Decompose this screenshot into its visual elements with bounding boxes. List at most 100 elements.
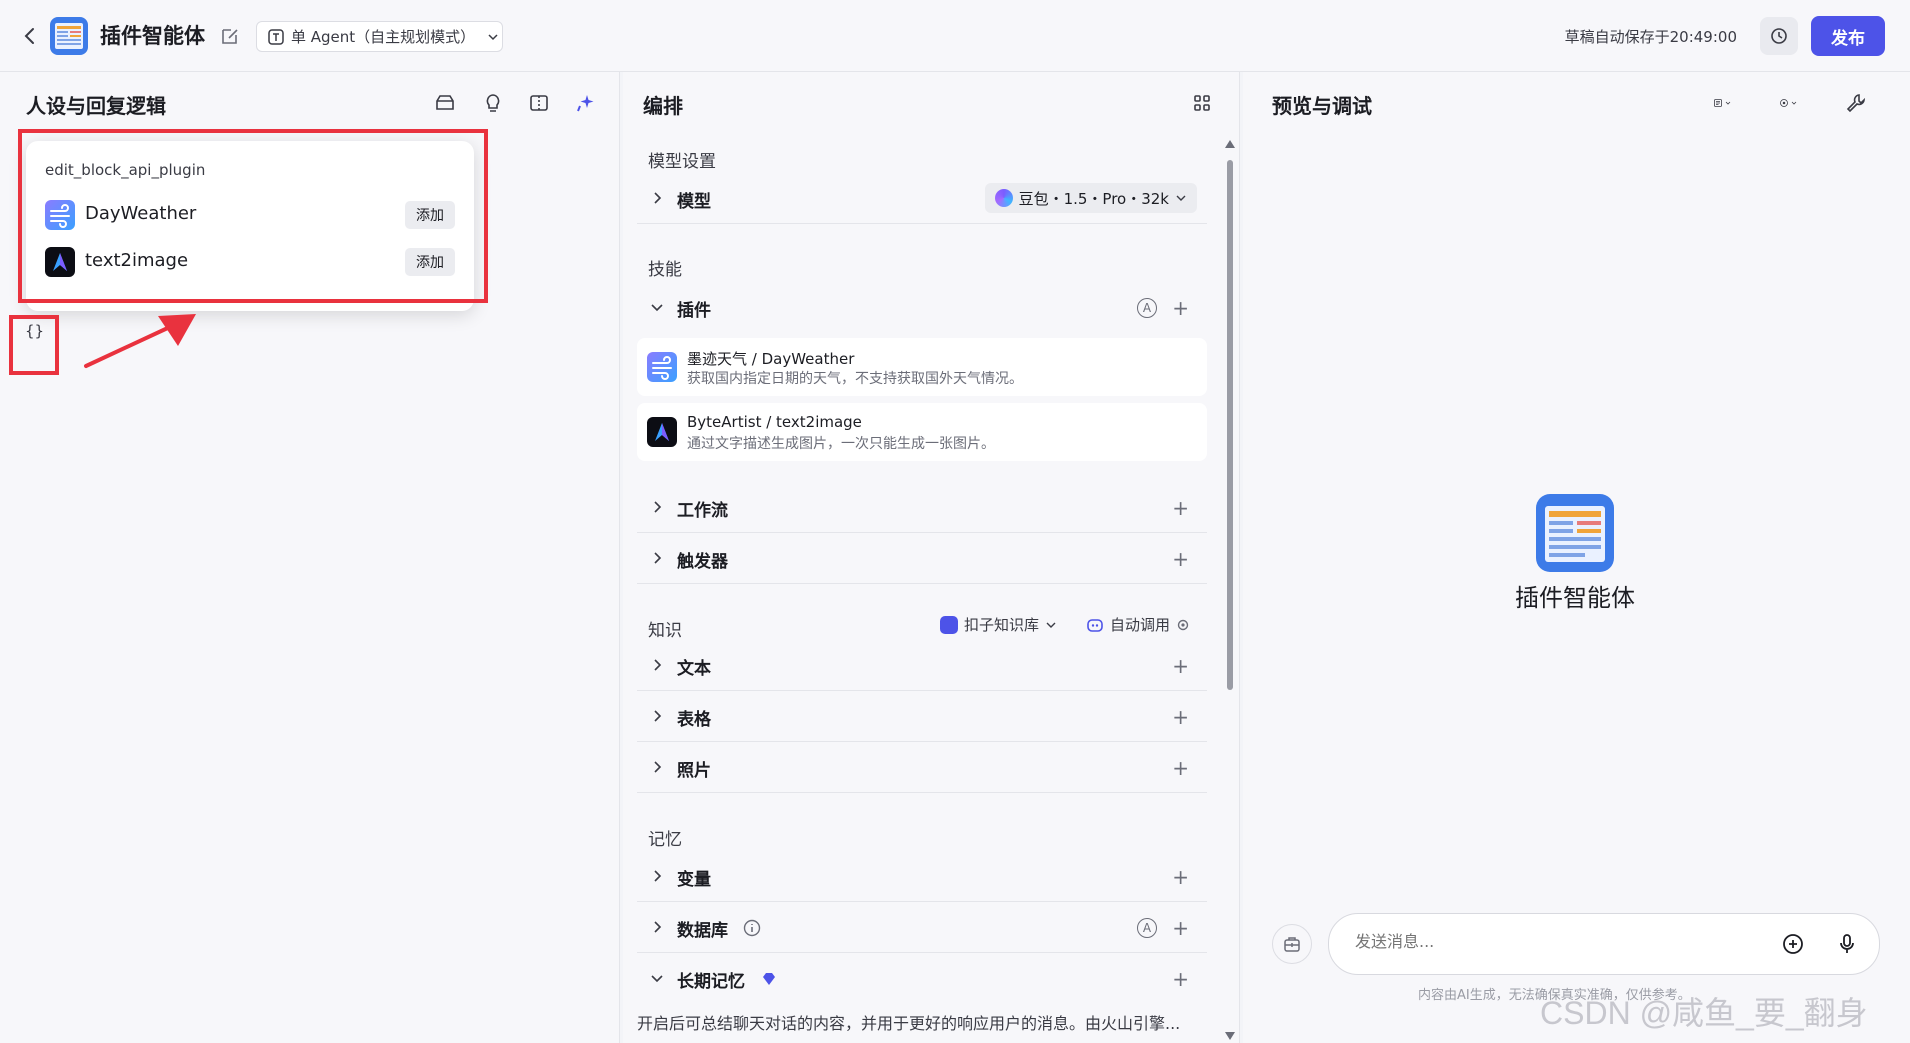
knowledge-base-select[interactable]: 扣子知识库: [940, 614, 1057, 635]
mode-label: 单 Agent（自主规划模式）: [291, 28, 476, 46]
mode-icon: [268, 28, 284, 45]
plugin-card-text2image[interactable]: ByteArtist / text2image 通过文字描述生成图片，一次只能生…: [637, 403, 1207, 461]
add-text-button[interactable]: +: [1172, 656, 1189, 676]
workflow-row[interactable]: 工作流 +: [637, 483, 1207, 533]
orchestration-scrollbar[interactable]: [1224, 140, 1236, 1040]
clear-context-button[interactable]: [1272, 924, 1312, 964]
agent-avatar-icon: [50, 17, 88, 55]
lightbulb-icon[interactable]: [482, 92, 504, 114]
auto-call-label: 自动调用: [1110, 616, 1171, 634]
plugins-row[interactable]: 插件 A +: [637, 283, 1207, 333]
trigger-row[interactable]: 触发器 +: [637, 534, 1207, 584]
chevron-right-icon: [654, 659, 662, 671]
plugin-desc: 获取国内指定日期的天气，不支持获取国外天气情况。: [687, 371, 1023, 387]
table-knowledge-row[interactable]: 表格 +: [637, 692, 1207, 742]
skills-label: 技能: [648, 260, 682, 280]
longterm-memory-note: 开启后可总结聊天对话的内容，并用于更好的响应用户的消息。由火山引擎...: [637, 1014, 1181, 1033]
database-row-label: 数据库: [677, 921, 728, 941]
table-row-label: 表格: [677, 710, 711, 730]
plugin-title: 墨迹天气 / DayWeather: [687, 350, 855, 368]
variable-row-label: 变量: [677, 870, 711, 890]
model-row-label: 模型: [677, 192, 711, 212]
knowledge-base-icon: [940, 615, 958, 634]
diamond-premium-icon: [763, 973, 775, 985]
persona-debug-dropdown[interactable]: [1779, 92, 1823, 114]
agent-title: 插件智能体: [100, 24, 205, 48]
auto-call-toggle[interactable]: 自动调用: [1086, 614, 1190, 635]
settings-gear-icon[interactable]: [1176, 618, 1190, 632]
add-plugin-button[interactable]: +: [1172, 298, 1189, 318]
add-table-button[interactable]: +: [1172, 707, 1189, 727]
memory-label: 记忆: [648, 830, 682, 850]
chevron-right-icon: [654, 761, 662, 773]
plugin-title: ByteArtist / text2image: [687, 413, 862, 431]
chevron-down-icon: [651, 975, 663, 983]
robot-icon: [1087, 618, 1103, 632]
chevron-right-icon: [654, 710, 662, 722]
chevron-right-icon: [654, 921, 662, 933]
auto-call-badge[interactable]: A: [1137, 918, 1157, 938]
split-view-icon[interactable]: [528, 92, 550, 114]
database-row[interactable]: 数据库 A +: [637, 903, 1207, 953]
model-settings-label: 模型设置: [648, 152, 716, 172]
agent-name: 插件智能体: [1515, 584, 1635, 612]
text-knowledge-row[interactable]: 文本 +: [637, 641, 1207, 691]
persona-title: 人设与回复逻辑: [26, 94, 166, 118]
chevron-right-icon: [654, 192, 662, 204]
highlight-box-popup: [18, 129, 488, 303]
workflow-row-label: 工作流: [677, 501, 728, 521]
chevron-right-icon: [654, 501, 662, 513]
microphone-icon[interactable]: [1835, 932, 1859, 956]
longterm-row-label: 长期记忆: [677, 972, 745, 992]
scroll-down-arrow-icon[interactable]: [1225, 1032, 1235, 1040]
preview-title: 预览与调试: [1272, 94, 1372, 118]
inserted-block-brace[interactable]: {}: [25, 322, 44, 340]
chevron-down-icon: [488, 33, 498, 40]
orchestration-scroll-area: 模型设置 模型 豆包・1.5・Pro・32k 技能 插件 A + 墨迹天气 / …: [623, 72, 1223, 1043]
top-bar: 插件智能体 单 Agent（自主规划模式） 草稿自动保存于20:49:00 发布: [0, 0, 1910, 72]
chevron-down-icon: [651, 304, 663, 312]
history-button[interactable]: [1760, 17, 1798, 55]
back-arrow-icon[interactable]: [20, 26, 40, 46]
plugin-card-dayweather[interactable]: 墨迹天气 / DayWeather 获取国内指定日期的天气，不支持获取国外天气情…: [637, 338, 1207, 396]
doubao-logo-icon: [994, 189, 1013, 207]
watermark: CSDN @咸鱼_要_翻身: [1540, 995, 1868, 1031]
add-database-button[interactable]: +: [1172, 918, 1189, 938]
trigger-row-label: 触发器: [677, 552, 728, 572]
add-photo-button[interactable]: +: [1172, 758, 1189, 778]
briefcase-icon: [1284, 937, 1300, 952]
auto-call-badge[interactable]: A: [1137, 298, 1157, 318]
annotation-arrow-icon: [84, 314, 196, 368]
model-select[interactable]: 豆包・1.5・Pro・32k: [984, 183, 1197, 213]
agent-mode-select[interactable]: 单 Agent（自主规划模式）: [256, 21, 503, 52]
kb-select-label: 扣子知识库: [964, 616, 1040, 634]
add-longterm-button[interactable]: +: [1172, 969, 1189, 989]
message-input[interactable]: [1355, 932, 1755, 951]
model-value: 豆包・1.5・Pro・32k: [1018, 189, 1169, 208]
publish-button[interactable]: 发布: [1811, 16, 1885, 56]
prompt-library-icon[interactable]: [434, 92, 456, 114]
debug-log-dropdown[interactable]: [1713, 92, 1757, 114]
longterm-memory-row[interactable]: 长期记忆 +: [637, 954, 1207, 1004]
scroll-up-arrow-icon[interactable]: [1225, 140, 1235, 148]
wrench-icon[interactable]: [1845, 92, 1867, 114]
info-icon[interactable]: [743, 919, 761, 937]
add-variable-button[interactable]: +: [1172, 867, 1189, 887]
add-trigger-button[interactable]: +: [1172, 549, 1189, 569]
edit-icon[interactable]: [220, 26, 240, 46]
text-row-label: 文本: [677, 659, 711, 679]
chevron-right-icon: [654, 870, 662, 882]
ai-optimize-icon[interactable]: [575, 92, 597, 114]
plugins-row-label: 插件: [677, 301, 711, 321]
chevron-down-icon: [1046, 622, 1056, 628]
plugin-desc: 通过文字描述生成图片，一次只能生成一张图片。: [687, 436, 995, 452]
add-workflow-button[interactable]: +: [1172, 498, 1189, 518]
model-row[interactable]: 模型 豆包・1.5・Pro・32k: [637, 174, 1207, 224]
scroll-thumb[interactable]: [1227, 160, 1233, 690]
photo-knowledge-row[interactable]: 照片 +: [637, 743, 1207, 793]
autosave-status: 草稿自动保存于20:49:00: [1564, 28, 1737, 46]
add-attachment-icon[interactable]: [1781, 932, 1805, 956]
variable-row[interactable]: 变量 +: [637, 852, 1207, 902]
agent-avatar-icon: [1536, 494, 1614, 572]
chevron-right-icon: [654, 552, 662, 564]
